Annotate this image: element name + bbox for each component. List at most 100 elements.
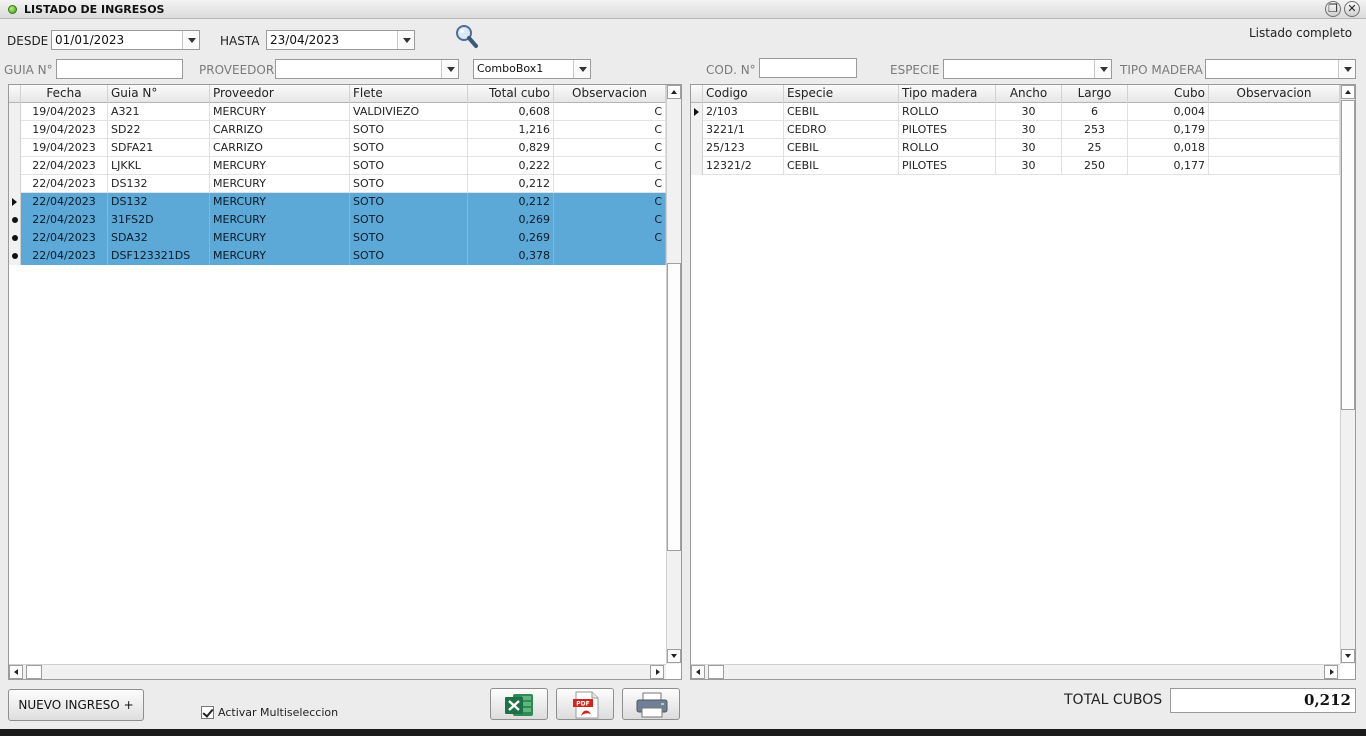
- hasta-date-picker[interactable]: 23/04/2023: [266, 30, 415, 50]
- cell-codigo[interactable]: 25/123: [703, 139, 784, 157]
- chevron-down-icon[interactable]: [441, 60, 458, 78]
- cell-total-cubo[interactable]: 0,608: [468, 103, 554, 121]
- cell-observacion[interactable]: [1209, 103, 1340, 121]
- cell-flete[interactable]: SOTO: [350, 121, 468, 139]
- cell-flete[interactable]: SOTO: [350, 175, 468, 193]
- cell-flete[interactable]: SOTO: [350, 211, 468, 229]
- chevron-down-icon[interactable]: [397, 31, 414, 49]
- guia-input[interactable]: [56, 59, 183, 79]
- cell-observacion[interactable]: [1209, 139, 1340, 157]
- row-indicator[interactable]: [691, 157, 703, 175]
- cell-fecha[interactable]: 22/04/2023: [21, 157, 108, 175]
- cell-tipo-madera[interactable]: ROLLO: [899, 139, 996, 157]
- cell-tipo-madera[interactable]: PILOTES: [899, 157, 996, 175]
- col-flete[interactable]: Flete: [350, 85, 468, 103]
- cell-proveedor[interactable]: MERCURY: [210, 211, 350, 229]
- cell-guia[interactable]: DS132: [108, 175, 210, 193]
- cell-largo[interactable]: 250: [1062, 157, 1128, 175]
- cell-observacion[interactable]: [554, 247, 666, 265]
- cell-fecha[interactable]: 22/04/2023: [21, 175, 108, 193]
- scroll-up-icon[interactable]: [667, 85, 681, 99]
- table-row[interactable]: 25/123 CEBIL ROLLO 30 25 0,018: [691, 139, 1340, 157]
- table-row[interactable]: 22/04/2023 SDA32 MERCURY SOTO 0,269 C: [9, 229, 666, 247]
- search-button[interactable]: [452, 23, 482, 51]
- cell-codigo[interactable]: 2/103: [703, 103, 784, 121]
- listado-completo-link[interactable]: Listado completo: [1249, 26, 1352, 40]
- table-row[interactable]: 22/04/2023 LJKKL MERCURY SOTO 0,222 C: [9, 157, 666, 175]
- table-row[interactable]: 22/04/2023 31FS2D MERCURY SOTO 0,269 C: [9, 211, 666, 229]
- table-row[interactable]: 2/103 CEBIL ROLLO 30 6 0,004: [691, 103, 1340, 121]
- cell-observacion[interactable]: C: [554, 211, 666, 229]
- cell-guia[interactable]: SDFA21: [108, 139, 210, 157]
- cell-codigo[interactable]: 12321/2: [703, 157, 784, 175]
- cell-ancho[interactable]: 30: [996, 157, 1062, 175]
- cell-especie[interactable]: CEBIL: [784, 157, 899, 175]
- cell-total-cubo[interactable]: 0,212: [468, 193, 554, 211]
- cell-especie[interactable]: CEBIL: [784, 103, 899, 121]
- especie-select[interactable]: [943, 59, 1112, 79]
- col-observacion[interactable]: Observacion: [554, 85, 666, 103]
- row-indicator[interactable]: [9, 247, 21, 265]
- cell-guia[interactable]: A321: [108, 103, 210, 121]
- cell-fecha[interactable]: 22/04/2023: [21, 247, 108, 265]
- cell-proveedor[interactable]: CARRIZO: [210, 121, 350, 139]
- cell-observacion[interactable]: C: [554, 193, 666, 211]
- cell-total-cubo[interactable]: 0,378: [468, 247, 554, 265]
- export-pdf-button[interactable]: PDF: [556, 688, 614, 720]
- cell-proveedor[interactable]: CARRIZO: [210, 139, 350, 157]
- chevron-down-icon[interactable]: [182, 31, 199, 49]
- nuevo-ingreso-button[interactable]: NUEVO INGRESO +: [8, 689, 144, 721]
- cell-cubo[interactable]: 0,004: [1128, 103, 1209, 121]
- cell-fecha[interactable]: 22/04/2023: [21, 211, 108, 229]
- table-row[interactable]: 19/04/2023 SD22 CARRIZO SOTO 1,216 C: [9, 121, 666, 139]
- cell-observacion[interactable]: C: [554, 175, 666, 193]
- scroll-down-icon[interactable]: [667, 649, 681, 663]
- cell-largo[interactable]: 25: [1062, 139, 1128, 157]
- cell-codigo[interactable]: 3221/1: [703, 121, 784, 139]
- close-icon[interactable]: ✕: [1344, 1, 1360, 17]
- export-excel-button[interactable]: [490, 688, 548, 720]
- detalle-hscroll[interactable]: [691, 664, 1340, 679]
- cell-total-cubo[interactable]: 0,269: [468, 229, 554, 247]
- cell-observacion[interactable]: [1209, 121, 1340, 139]
- col-cubo[interactable]: Cubo: [1128, 85, 1209, 103]
- cell-total-cubo[interactable]: 1,216: [468, 121, 554, 139]
- col-total-cubo[interactable]: Total cubo: [468, 85, 554, 103]
- chevron-down-icon[interactable]: [1338, 60, 1355, 78]
- cell-flete[interactable]: SOTO: [350, 139, 468, 157]
- tipo-madera-select[interactable]: [1205, 59, 1356, 79]
- row-indicator[interactable]: [9, 211, 21, 229]
- cell-proveedor[interactable]: MERCURY: [210, 193, 350, 211]
- scroll-right-icon[interactable]: [650, 665, 664, 679]
- col-codigo[interactable]: Codigo: [703, 85, 784, 103]
- cell-total-cubo[interactable]: 0,222: [468, 157, 554, 175]
- cell-largo[interactable]: 253: [1062, 121, 1128, 139]
- cell-especie[interactable]: CEBIL: [784, 139, 899, 157]
- row-indicator[interactable]: [691, 103, 703, 121]
- table-row[interactable]: 3221/1 CEDRO PILOTES 30 253 0,179: [691, 121, 1340, 139]
- row-indicator[interactable]: [9, 103, 21, 121]
- cell-proveedor[interactable]: MERCURY: [210, 103, 350, 121]
- cell-observacion[interactable]: C: [554, 121, 666, 139]
- cell-fecha[interactable]: 19/04/2023: [21, 103, 108, 121]
- row-indicator[interactable]: [9, 175, 21, 193]
- cell-guia[interactable]: SDA32: [108, 229, 210, 247]
- cell-guia[interactable]: 31FS2D: [108, 211, 210, 229]
- ingresos-vscroll-thumb[interactable]: [667, 263, 681, 551]
- cell-fecha[interactable]: 19/04/2023: [21, 139, 108, 157]
- cell-guia[interactable]: DS132: [108, 193, 210, 211]
- table-row[interactable]: 22/04/2023 DS132 MERCURY SOTO 0,212 C: [9, 175, 666, 193]
- ingresos-hscroll[interactable]: [9, 664, 666, 679]
- col-guia[interactable]: Guia N°: [108, 85, 210, 103]
- cell-observacion[interactable]: C: [554, 103, 666, 121]
- cell-guia[interactable]: DSF123321DS: [108, 247, 210, 265]
- cell-observacion[interactable]: [1209, 157, 1340, 175]
- cell-guia[interactable]: SD22: [108, 121, 210, 139]
- cell-proveedor[interactable]: MERCURY: [210, 229, 350, 247]
- cell-ancho[interactable]: 30: [996, 121, 1062, 139]
- col-ancho[interactable]: Ancho: [996, 85, 1062, 103]
- cod-input[interactable]: [759, 58, 857, 78]
- scroll-right-icon[interactable]: [1324, 665, 1338, 679]
- detalle-vscroll-thumb[interactable]: [1341, 100, 1355, 410]
- cell-guia[interactable]: LJKKL: [108, 157, 210, 175]
